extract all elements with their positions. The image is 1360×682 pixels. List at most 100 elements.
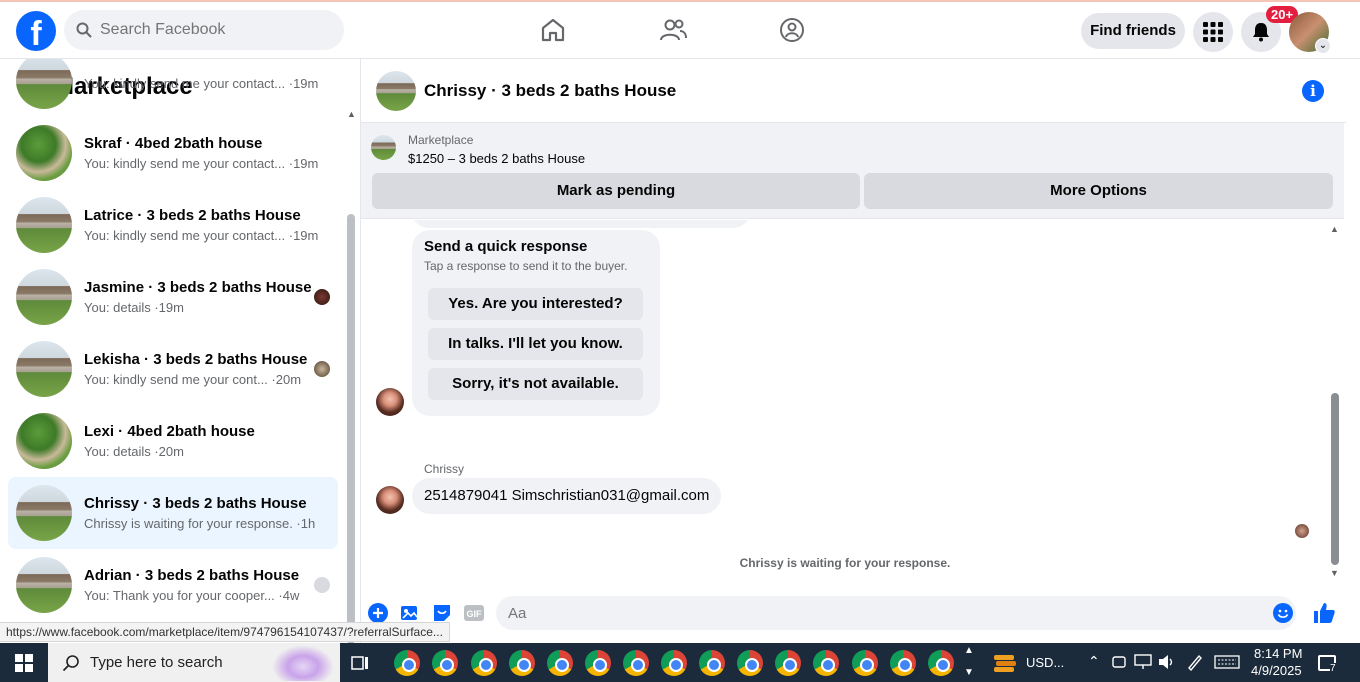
chrome-icon[interactable] bbox=[471, 650, 497, 676]
task-view-icon[interactable] bbox=[351, 654, 369, 672]
conversation-preview: You: kindly send me your contact... ·19m bbox=[84, 228, 319, 243]
conversation-item[interactable]: Adrian · 3 beds 2 baths House You: Thank … bbox=[8, 549, 338, 621]
mark-as-pending-button[interactable]: Mark as pending bbox=[372, 173, 860, 209]
chrome-icon[interactable] bbox=[547, 650, 573, 676]
grid-menu-icon bbox=[1203, 22, 1223, 42]
message-thread: Send a quick response Tap a response to … bbox=[361, 220, 1346, 593]
marketplace-listing-banner: Marketplace $1250 – 3 beds 2 baths House… bbox=[361, 123, 1344, 219]
quick-response-box: Send a quick response Tap a response to … bbox=[412, 230, 660, 416]
network-icon[interactable] bbox=[1134, 654, 1152, 670]
photo-icon[interactable] bbox=[400, 603, 420, 623]
listing-thumbnail bbox=[16, 197, 72, 253]
default-avatar-icon bbox=[314, 577, 330, 593]
banner-price[interactable]: $1250 – 3 beds 2 baths House bbox=[408, 151, 585, 166]
chrome-icon[interactable] bbox=[890, 650, 916, 676]
message-bubble[interactable]: 2514879041 Simschristian031@gmail.com bbox=[412, 478, 722, 514]
conversation-preview: You: kindly send me your contact... ·19m bbox=[84, 75, 319, 91]
quick-reply-button[interactable]: In talks. I'll let you know. bbox=[428, 328, 643, 360]
clock-time[interactable]: 8:14 PM bbox=[1254, 646, 1302, 661]
conversation-item[interactable]: Jasmine · 3 beds 2 baths House You: detai… bbox=[8, 261, 338, 333]
quick-response-subtitle: Tap a response to send it to the buyer. bbox=[424, 259, 628, 273]
sender-avatar[interactable] bbox=[376, 388, 404, 416]
weather-icon[interactable] bbox=[993, 652, 1017, 674]
quick-reply-button[interactable]: Yes. Are you interested? bbox=[428, 288, 643, 320]
sender-avatar[interactable] bbox=[376, 486, 404, 514]
show-hidden-icons-chevron-icon[interactable]: ⌃ bbox=[1088, 653, 1100, 670]
gif-icon[interactable]: GIF bbox=[464, 603, 484, 623]
search-box[interactable] bbox=[64, 10, 344, 50]
groups-icon[interactable] bbox=[778, 16, 806, 44]
conversation-preview: You: Thank you for your cooper... ·4w bbox=[84, 588, 300, 603]
windows-logo-icon bbox=[15, 653, 33, 672]
chrome-icon[interactable] bbox=[623, 650, 649, 676]
message-input-box[interactable] bbox=[496, 596, 1296, 630]
conversation-list: You: kindly send me your contact... ·19m… bbox=[8, 59, 338, 621]
plus-circle-icon[interactable] bbox=[368, 603, 388, 623]
menu-button[interactable] bbox=[1193, 12, 1233, 52]
conversation-item-active[interactable]: Chrissy · 3 beds 2 baths House Chrissy is… bbox=[8, 477, 338, 549]
volume-icon[interactable] bbox=[1158, 654, 1176, 670]
conversation-item[interactable]: You: kindly send me your contact... ·19m bbox=[8, 59, 338, 117]
conversation-name: Skraf · 4bed 2bath house bbox=[84, 135, 263, 152]
conversation-item[interactable]: Lexi · 4bed 2bath house You: details ·20m bbox=[8, 405, 338, 477]
listing-thumbnail bbox=[16, 557, 72, 613]
home-icon[interactable] bbox=[539, 16, 567, 44]
conversation-name: Chrissy · 3 beds 2 baths House bbox=[84, 495, 307, 512]
chrome-icon[interactable] bbox=[509, 650, 535, 676]
chrome-icon[interactable] bbox=[775, 650, 801, 676]
windows-taskbar: Type here to search ▲ ▼ USD... ⌃ 8:14 PM… bbox=[0, 643, 1360, 682]
conversation-preview: You: details ·20m bbox=[84, 444, 184, 459]
bell-icon bbox=[1253, 23, 1269, 42]
search-highlight-unicorn-icon bbox=[272, 645, 334, 681]
clock-date[interactable]: 4/9/2025 bbox=[1251, 663, 1302, 678]
quick-reply-button[interactable]: Sorry, it's not available. bbox=[428, 368, 643, 400]
chat-title[interactable]: Chrissy · 3 beds 2 baths House bbox=[424, 81, 676, 101]
chrome-icon[interactable] bbox=[432, 650, 458, 676]
thumbs-up-icon[interactable] bbox=[1312, 601, 1336, 625]
chrome-icon[interactable] bbox=[585, 650, 611, 676]
sticker-icon[interactable] bbox=[432, 603, 452, 623]
conversation-item[interactable]: Skraf · 4bed 2bath house You: kindly send… bbox=[8, 117, 338, 189]
friends-icon[interactable] bbox=[659, 16, 687, 44]
meet-now-icon[interactable] bbox=[1111, 654, 1127, 670]
chat-scrollbar[interactable] bbox=[1331, 393, 1339, 565]
sidebar-scroll-up-icon[interactable]: ▲ bbox=[347, 109, 356, 119]
conversation-item[interactable]: Lekisha · 3 beds 2 baths House You: kindl… bbox=[8, 333, 338, 405]
taskbar-scroll-up-icon[interactable]: ▲ bbox=[964, 645, 974, 656]
search-input[interactable] bbox=[100, 21, 320, 39]
chrome-icon[interactable] bbox=[394, 650, 420, 676]
start-button[interactable] bbox=[0, 643, 48, 682]
message-input[interactable] bbox=[496, 596, 1236, 630]
sidebar-scrollbar[interactable] bbox=[347, 214, 355, 643]
listing-thumbnail bbox=[16, 59, 72, 109]
emoji-icon[interactable] bbox=[1273, 603, 1293, 623]
banner-listing-thumbnail bbox=[371, 135, 396, 160]
taskbar-scroll-down-icon[interactable]: ▼ bbox=[964, 667, 974, 678]
sender-name: Chrissy bbox=[424, 462, 465, 476]
conversation-name: Jasmine · 3 beds 2 baths House bbox=[84, 279, 312, 296]
more-options-button[interactable]: More Options bbox=[864, 173, 1333, 209]
chat-scroll-down-icon[interactable]: ▼ bbox=[1330, 568, 1339, 578]
weather-text[interactable]: USD... bbox=[1026, 655, 1064, 670]
conversation-preview: You: kindly send me your cont... ·20m bbox=[84, 372, 302, 387]
find-friends-button[interactable]: Find friends bbox=[1081, 13, 1185, 49]
seen-avatar bbox=[1295, 524, 1309, 538]
facebook-logo[interactable]: f bbox=[16, 11, 56, 51]
info-icon[interactable]: i bbox=[1302, 80, 1324, 102]
keyboard-icon[interactable] bbox=[1214, 655, 1240, 669]
chrome-icon[interactable] bbox=[737, 650, 763, 676]
chrome-icon[interactable] bbox=[661, 650, 687, 676]
chrome-icon[interactable] bbox=[699, 650, 725, 676]
conversation-name: Lekisha · 3 beds 2 baths House bbox=[84, 351, 308, 368]
listing-thumbnail bbox=[16, 413, 72, 469]
conversation-item[interactable]: Latrice · 3 beds 2 baths House You: kindl… bbox=[8, 189, 338, 261]
read-receipt-avatar bbox=[314, 289, 330, 305]
listing-thumbnail bbox=[16, 341, 72, 397]
chrome-icon[interactable] bbox=[813, 650, 839, 676]
chrome-icon-active[interactable] bbox=[852, 650, 878, 676]
top-navigation-bar: f Find friends 20+ ⌄ bbox=[0, 0, 1360, 59]
pen-icon[interactable] bbox=[1186, 653, 1204, 671]
account-chevron-icon[interactable]: ⌄ bbox=[1315, 38, 1331, 54]
chat-scroll-up-icon[interactable]: ▲ bbox=[1330, 224, 1339, 234]
chrome-icon[interactable] bbox=[928, 650, 954, 676]
